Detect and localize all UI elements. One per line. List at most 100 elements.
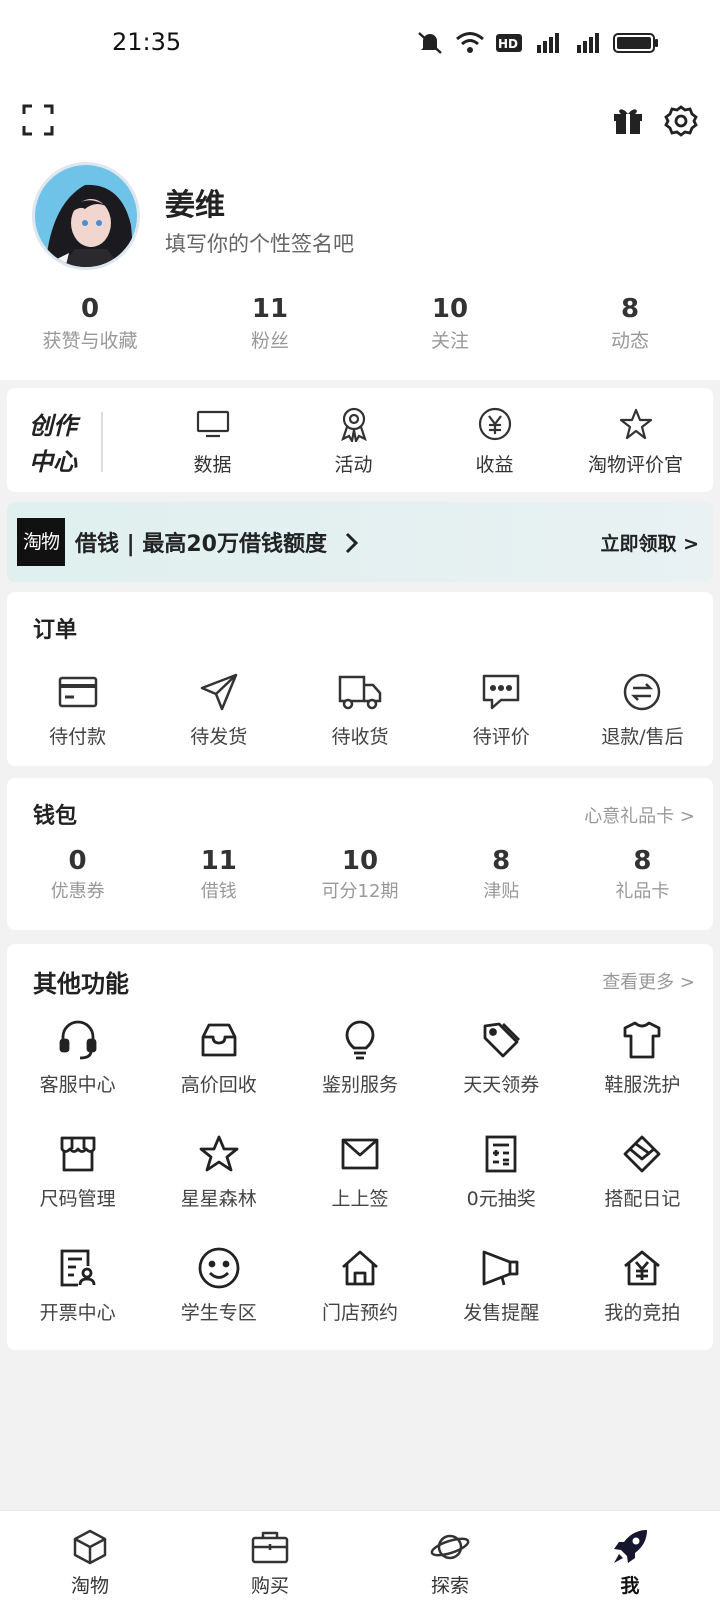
nav-taowu[interactable]: 淘物	[0, 1511, 180, 1613]
function-invoice-center[interactable]: 开票中心	[7, 1246, 148, 1325]
order-pending-review[interactable]: 待评价	[431, 670, 572, 749]
stat-label: 粉丝	[250, 330, 289, 352]
function-daily-coupon[interactable]: 天天领券	[431, 1018, 572, 1097]
function-label: 星星森林	[180, 1188, 257, 1210]
stat-label: 获赞与收藏	[42, 330, 138, 352]
orders-row: 待付款 待发货 待收货 待评价 退款/售后	[7, 670, 713, 749]
creator-item-reviewer[interactable]: 淘物评价官	[565, 404, 706, 477]
function-label: 鉴别服务	[322, 1074, 399, 1096]
nav-label: 购买	[250, 1575, 289, 1597]
creator-center-card: 创作中心 数据 活动 收益 淘物评价官	[7, 388, 713, 492]
orders-card: 订单 待付款 待发货 待收货 待评价 退款/售后	[7, 592, 713, 766]
avatar[interactable]	[32, 162, 140, 270]
function-size-management[interactable]: 尺码管理	[7, 1132, 148, 1211]
function-release-reminder[interactable]: 发售提醒	[431, 1246, 572, 1325]
lottery-icon	[431, 1132, 572, 1176]
hd-icon: HD	[496, 34, 522, 52]
functions-card: 其他功能 查看更多 > 客服中心 高价回收 鉴别服务 天天领券 鞋服洗护 尺码管…	[7, 944, 713, 1350]
shirt-icon	[572, 1018, 713, 1062]
loan-banner[interactable]: 淘物 借钱 | 最高20万借钱额度 立即领取 >	[7, 502, 713, 582]
wallet-gift-card-link[interactable]: 心意礼品卡 >	[584, 802, 695, 828]
function-my-auction[interactable]: 我的竞拍	[572, 1246, 713, 1325]
signal-icon-2	[577, 33, 599, 53]
star-icon	[148, 1132, 289, 1176]
wallet-title: 钱包	[33, 804, 78, 829]
function-label: 门店预约	[322, 1302, 399, 1324]
status-time: 21:35	[112, 28, 182, 56]
mute-icon	[418, 32, 442, 54]
nav-buy[interactable]: 购买	[180, 1511, 360, 1613]
wallet-item-allowance[interactable]: 8 津贴	[431, 844, 572, 906]
order-pending-receipt[interactable]: 待收货	[289, 670, 430, 749]
order-refund[interactable]: 退款/售后	[572, 670, 713, 749]
function-label: 高价回收	[180, 1074, 257, 1096]
stat-following[interactable]: 10 关注	[360, 292, 540, 356]
wallet-card: 钱包 心意礼品卡 > 0 优惠券 11 借钱 10 可分12期 8 津贴 8 礼品卡	[7, 778, 713, 930]
wallet-label: 优惠券	[50, 881, 105, 902]
box-icon	[0, 1527, 180, 1567]
profile-stats: 0 获赞与收藏 11 粉丝 10 关注 8 动态	[0, 292, 720, 356]
function-label: 客服中心	[39, 1074, 116, 1096]
order-label: 待付款	[49, 726, 107, 748]
order-label: 待评价	[472, 726, 530, 748]
stat-posts[interactable]: 8 动态	[540, 292, 720, 356]
stat-fans[interactable]: 11 粉丝	[180, 292, 360, 356]
monitor-icon	[142, 404, 283, 444]
loan-cta[interactable]: 立即领取 >	[600, 529, 699, 556]
user-bio[interactable]: 填写你的个性签名吧	[165, 228, 354, 258]
yen-circle-icon	[424, 404, 565, 444]
exchange-icon	[572, 670, 713, 714]
functions-row-2: 尺码管理 星星森林 上上签 0元抽奖 搭配日记	[7, 1132, 713, 1211]
wallet-number: 0	[68, 846, 87, 876]
bulb-icon	[289, 1018, 430, 1062]
function-star-forest[interactable]: 星星森林	[148, 1132, 289, 1211]
auction-icon	[572, 1246, 713, 1290]
function-free-lottery[interactable]: 0元抽奖	[431, 1132, 572, 1211]
function-label: 学生专区	[180, 1302, 257, 1324]
creator-item-label: 活动	[334, 454, 373, 476]
order-pending-shipment[interactable]: 待发货	[148, 670, 289, 749]
briefcase-icon	[180, 1527, 360, 1567]
loan-logo: 淘物	[17, 518, 65, 566]
planet-icon	[360, 1527, 540, 1567]
functions-row-3: 开票中心 学生专区 门店预约 发售提醒 我的竞拍	[7, 1246, 713, 1325]
status-bar: 21:35 HD	[0, 0, 720, 90]
gift-icon[interactable]	[612, 104, 644, 136]
function-label: 天天领券	[463, 1074, 540, 1096]
function-label: 开票中心	[39, 1302, 116, 1324]
megaphone-icon	[431, 1246, 572, 1290]
nav-me[interactable]: 我	[540, 1511, 720, 1613]
function-label: 0元抽奖	[466, 1188, 536, 1210]
function-store-booking[interactable]: 门店预约	[289, 1246, 430, 1325]
order-label: 退款/售后	[601, 726, 684, 748]
card-icon	[7, 670, 148, 714]
function-shangshang-sign[interactable]: 上上签	[289, 1132, 430, 1211]
creator-items: 数据 活动 收益 淘物评价官	[142, 404, 706, 477]
wallet-item-coupon[interactable]: 0 优惠券	[7, 844, 148, 906]
function-laundry[interactable]: 鞋服洗护	[572, 1018, 713, 1097]
creator-item-data[interactable]: 数据	[142, 404, 283, 477]
wallet-item-loan[interactable]: 11 借钱	[148, 844, 289, 906]
star-icon	[565, 404, 706, 444]
stat-likes[interactable]: 0 获赞与收藏	[0, 292, 180, 356]
scan-icon[interactable]	[22, 104, 54, 136]
creator-item-activity[interactable]: 活动	[283, 404, 424, 477]
stat-label: 动态	[610, 330, 649, 352]
function-recycle[interactable]: 高价回收	[148, 1018, 289, 1097]
headset-icon	[7, 1018, 148, 1062]
function-customer-service[interactable]: 客服中心	[7, 1018, 148, 1097]
cube-icon	[572, 1132, 713, 1176]
order-pending-payment[interactable]: 待付款	[7, 670, 148, 749]
nav-explore[interactable]: 探索	[360, 1511, 540, 1613]
wallet-number: 8	[633, 846, 652, 876]
function-outfit-diary[interactable]: 搭配日记	[572, 1132, 713, 1211]
nav-label: 探索	[430, 1575, 469, 1597]
function-authentication[interactable]: 鉴别服务	[289, 1018, 430, 1097]
wallet-label: 礼品卡	[615, 881, 670, 902]
functions-more-link[interactable]: 查看更多 >	[602, 968, 695, 994]
function-student-zone[interactable]: 学生专区	[148, 1246, 289, 1325]
wallet-item-gift-card[interactable]: 8 礼品卡	[572, 844, 713, 906]
wallet-item-installment[interactable]: 10 可分12期	[289, 844, 430, 906]
creator-item-earnings[interactable]: 收益	[424, 404, 565, 477]
settings-icon[interactable]	[664, 104, 698, 138]
